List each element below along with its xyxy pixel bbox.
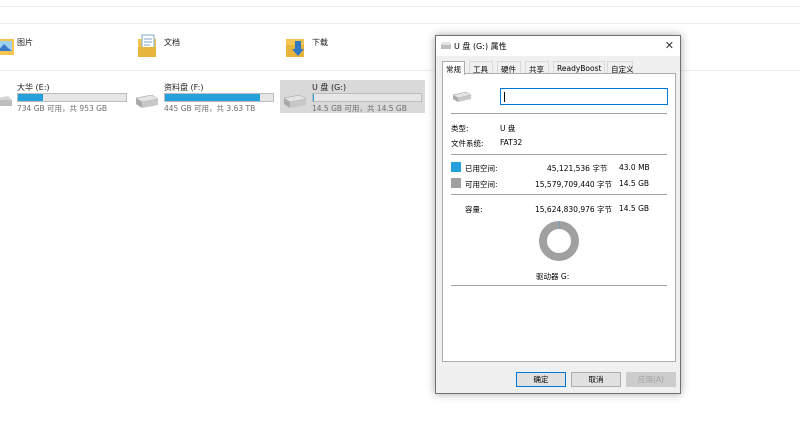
drive-usage-bar: [17, 93, 127, 102]
drive-name-input[interactable]: [500, 88, 668, 105]
used-space-swatch: [451, 162, 461, 172]
general-panel: 类型: U 盘 文件系统: FAT32 已用空间: 45,121,536 字节 …: [442, 73, 676, 362]
folder-label: 图片: [17, 38, 33, 47]
cancel-button[interactable]: 取消: [571, 372, 621, 387]
drive-usage-bar: [312, 93, 422, 102]
apply-button[interactable]: 应用(A): [626, 372, 676, 387]
capacity-label: 容量:: [465, 205, 483, 214]
free-space-size: 14.5 GB: [619, 179, 650, 188]
capacity-size: 14.5 GB: [619, 204, 650, 213]
drive-name: U 盘 (G:): [312, 83, 347, 92]
properties-dialog: U 盘 (G:) 属性 ✕ 常规 工具 硬件 共享 ReadyBoost 自定义…: [435, 35, 681, 394]
drive-f[interactable]: 资料盘 (F:) 445 GB 可用，共 3.63 TB: [132, 80, 277, 113]
drive-name: 资料盘 (F:): [164, 83, 204, 92]
drive-g[interactable]: U 盘 (G:) 14.5 GB 可用，共 14.5 GB: [280, 80, 425, 113]
section-divider: [0, 23, 800, 24]
drive-space-info: 734 GB 可用，共 953 GB: [17, 104, 108, 113]
usb-drive-icon: [441, 42, 451, 49]
separator: [451, 285, 667, 286]
drive-usage-fill: [18, 94, 43, 101]
folder-label: 文档: [164, 38, 180, 47]
folder-downloads[interactable]: 下载: [284, 33, 404, 65]
hard-drive-icon: [0, 96, 12, 106]
text-caret: [504, 92, 505, 102]
documents-folder-icon: [138, 34, 156, 57]
tab-general[interactable]: 常规: [442, 61, 465, 75]
folder-pictures[interactable]: 图片: [0, 33, 120, 65]
ok-button[interactable]: 确定: [516, 372, 566, 387]
drive-space-info: 445 GB 可用，共 3.63 TB: [164, 104, 256, 113]
top-divider: [0, 6, 800, 7]
usb-drive-icon: [283, 94, 307, 108]
drive-usage-fill: [165, 94, 261, 101]
close-icon[interactable]: ✕: [665, 39, 674, 52]
free-space-bytes: 15,579,709,440 字节: [535, 180, 613, 189]
used-space-size: 43.0 MB: [619, 163, 650, 172]
type-label: 类型:: [451, 124, 469, 133]
folder-documents[interactable]: 文档: [136, 33, 256, 65]
capacity-bytes: 15,624,830,976 字节: [535, 205, 613, 214]
separator: [451, 154, 667, 155]
separator: [451, 194, 667, 195]
usb-drive-icon: [452, 91, 472, 102]
type-value: U 盘: [500, 124, 516, 133]
drive-space-info: 14.5 GB 可用，共 14.5 GB: [312, 104, 407, 113]
filesystem-label: 文件系统:: [451, 139, 484, 148]
used-space-bytes: 45,121,536 字节: [547, 164, 608, 173]
drive-e[interactable]: 大华 (E:) 734 GB 可用，共 953 GB: [0, 80, 130, 113]
dialog-titlebar[interactable]: U 盘 (G:) 属性 ✕: [436, 36, 680, 56]
dialog-title: U 盘 (G:) 属性: [454, 42, 507, 51]
folder-label: 下载: [312, 38, 328, 47]
free-space-ring: [539, 221, 579, 261]
capacity-donut-chart: [539, 221, 579, 261]
filesystem-value: FAT32: [500, 138, 523, 147]
pictures-folder-icon: [0, 39, 14, 55]
downloads-folder-icon: [286, 39, 304, 57]
free-space-label: 可用空间:: [465, 180, 498, 189]
separator: [451, 113, 667, 114]
used-space-label: 已用空间:: [465, 164, 498, 173]
drive-letter-label: 驱动器 G:: [536, 272, 570, 281]
drive-name: 大华 (E:): [17, 83, 50, 92]
hard-drive-icon: [135, 94, 159, 108]
drive-usage-bar: [164, 93, 274, 102]
free-space-swatch: [451, 178, 461, 188]
